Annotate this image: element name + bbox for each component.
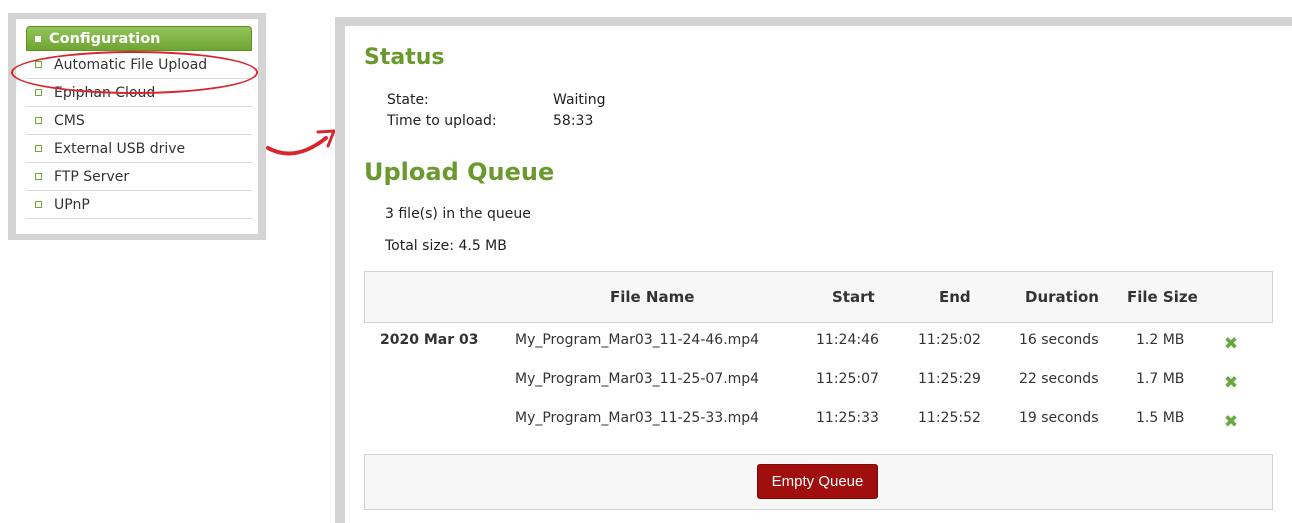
row-start: 11:25:07 — [816, 371, 879, 387]
row-file-size: 1.2 MB — [1136, 332, 1185, 348]
menu-header[interactable]: Configuration — [26, 26, 252, 51]
delete-file-icon[interactable]: ✖ — [1222, 335, 1240, 353]
row-start: 11:24:46 — [816, 332, 879, 348]
menu-item-label: UPnP — [54, 196, 90, 213]
curved-arrow-icon — [266, 129, 336, 156]
queue-footer: Empty Queue — [364, 454, 1273, 510]
upload-panel: Status State: Waiting Time to upload: 58:3… — [335, 17, 1292, 523]
row-file-name: My_Program_Mar03_11-25-07.mp4 — [515, 371, 760, 387]
row-file-name: My_Program_Mar03_11-25-33.mp4 — [515, 410, 760, 426]
menu-header-label: Configuration — [49, 30, 161, 47]
square-bullet-icon — [35, 145, 42, 152]
queue-total-size: Total size: 4.5 MB — [385, 238, 507, 254]
status-title: Status — [364, 45, 445, 70]
row-duration: 19 seconds — [1019, 410, 1099, 426]
upload-queue-title: Upload Queue — [364, 158, 555, 186]
time-to-upload-label: Time to upload: — [387, 113, 497, 129]
row-end: 11:25:29 — [918, 371, 981, 387]
delete-file-icon[interactable]: ✖ — [1222, 374, 1240, 392]
menu-item-label: External USB drive — [54, 140, 186, 157]
row-file-size: 1.7 MB — [1136, 371, 1185, 387]
table-row: 2020 Mar 03 My_Program_Mar03_11-24-46.mp… — [364, 323, 1273, 362]
row-file-name: My_Program_Mar03_11-24-46.mp4 — [515, 332, 760, 348]
state-label: State: — [387, 92, 429, 108]
table-row: My_Program_Mar03_11-25-07.mp4 11:25:07 1… — [364, 362, 1273, 401]
menu-item-epiphan-cloud[interactable]: Epiphan Cloud — [26, 79, 252, 107]
queue-count: 3 file(s) in the queue — [385, 206, 531, 222]
menu-item-label: Automatic File Upload — [54, 56, 208, 73]
menu-item-upnp[interactable]: UPnP — [26, 191, 252, 219]
row-end: 11:25:52 — [918, 410, 981, 426]
menu-item-external-usb-drive[interactable]: External USB drive — [26, 135, 252, 163]
column-file-name: File Name — [610, 288, 695, 306]
menu-body: Configuration Automatic File Upload Epip… — [16, 19, 258, 234]
column-duration: Duration — [1025, 288, 1099, 306]
row-duration: 22 seconds — [1019, 371, 1099, 387]
time-to-upload-value: 58:33 — [553, 113, 594, 129]
row-file-size: 1.5 MB — [1136, 410, 1185, 426]
menu-item-ftp-server[interactable]: FTP Server — [26, 163, 252, 191]
menu-item-label: Epiphan Cloud — [54, 84, 156, 101]
square-bullet-icon — [35, 117, 42, 124]
square-bullet-icon — [35, 89, 42, 96]
table-row: My_Program_Mar03_11-25-33.mp4 11:25:33 1… — [364, 401, 1273, 440]
square-bullet-icon — [35, 35, 41, 42]
column-end: End — [939, 288, 971, 306]
square-bullet-icon — [35, 201, 42, 208]
menu-item-label: CMS — [54, 112, 85, 129]
row-start: 11:25:33 — [816, 410, 879, 426]
menu-item-label: FTP Server — [54, 168, 130, 185]
column-file-size: File Size — [1127, 288, 1198, 306]
empty-queue-button[interactable]: Empty Queue — [757, 464, 878, 499]
state-value: Waiting — [553, 92, 606, 108]
menu-item-cms[interactable]: CMS — [26, 107, 252, 135]
upload-panel-body: Status State: Waiting Time to upload: 58:3… — [345, 26, 1292, 523]
delete-file-icon[interactable]: ✖ — [1222, 413, 1240, 431]
configuration-menu: Configuration Automatic File Upload Epip… — [8, 13, 266, 240]
row-end: 11:25:02 — [918, 332, 981, 348]
table-header: File Name Start End Duration File Size — [364, 271, 1273, 323]
square-bullet-icon — [35, 61, 42, 68]
menu-item-automatic-file-upload[interactable]: Automatic File Upload — [26, 51, 252, 79]
row-date: 2020 Mar 03 — [380, 332, 479, 348]
square-bullet-icon — [35, 173, 42, 180]
state-row: State: Waiting — [387, 92, 606, 108]
time-to-upload-row: Time to upload: 58:33 — [387, 113, 593, 129]
queue-table: File Name Start End Duration File Size 2… — [364, 271, 1273, 440]
column-start: Start — [832, 288, 875, 306]
row-duration: 16 seconds — [1019, 332, 1099, 348]
